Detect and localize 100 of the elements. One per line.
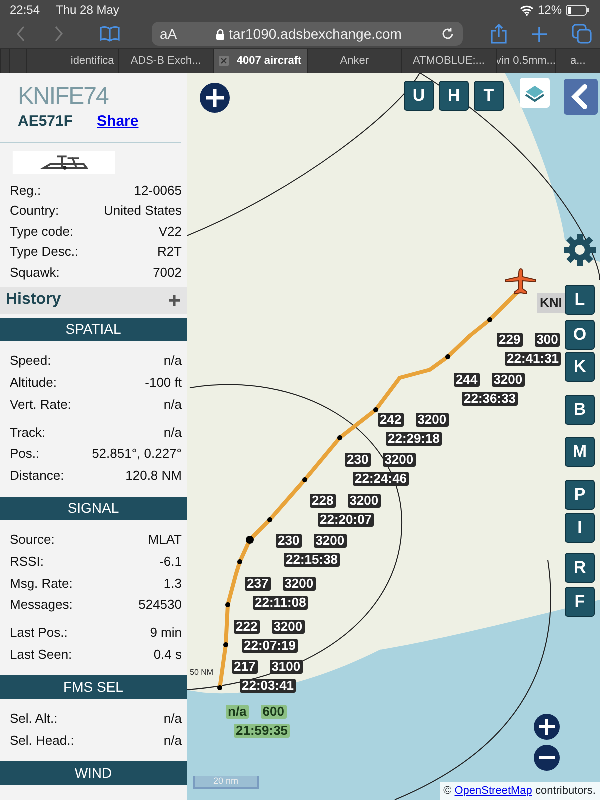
history-title: History bbox=[6, 290, 62, 310]
field-label: Reg.: bbox=[10, 182, 42, 200]
field-value: 7002 bbox=[153, 264, 182, 282]
field-value: V22 bbox=[158, 222, 182, 241]
field-label: Altitude: bbox=[10, 374, 57, 392]
attribution-link[interactable]: OpenStreetMap bbox=[454, 784, 532, 796]
map-toggle-button[interactable]: R bbox=[565, 553, 595, 583]
map-toggle-button[interactable]: T bbox=[474, 81, 504, 111]
map-toggle-button[interactable]: O bbox=[565, 320, 595, 350]
time-label: 21:59:35 bbox=[234, 724, 290, 738]
field-label: RSSI: bbox=[10, 552, 44, 571]
field-label: Source: bbox=[10, 531, 55, 550]
field-label: Track: bbox=[10, 424, 46, 442]
status-date: Thu 28 May bbox=[56, 2, 120, 19]
map-toggle-button[interactable]: B bbox=[565, 395, 595, 425]
altitude-label: 600 bbox=[260, 705, 286, 719]
field-value: 52.851°, 0.227° bbox=[92, 445, 182, 464]
field-label: Squawk: bbox=[10, 264, 60, 282]
field-label: Vert. Rate: bbox=[10, 396, 72, 414]
section-header: WIND bbox=[0, 761, 187, 785]
section-header: FMS SEL bbox=[0, 675, 187, 699]
scale-bar: 20 nm bbox=[193, 776, 259, 789]
field-value: n/a bbox=[164, 396, 182, 414]
speed-label: 229 bbox=[497, 333, 523, 347]
time-label: 22:07:19 bbox=[242, 639, 298, 653]
speed-label: 242 bbox=[378, 413, 404, 427]
url-text[interactable]: tar1090.adsbexchange.com bbox=[229, 24, 402, 44]
time-label: 22:29:18 bbox=[386, 432, 442, 446]
callsign-title: KNIFE74 bbox=[17, 82, 110, 109]
field-label: Msg. Rate: bbox=[10, 574, 73, 593]
map-toggle-button[interactable]: K bbox=[565, 352, 595, 382]
field-value: R2T bbox=[157, 243, 182, 262]
field-label: Messages: bbox=[10, 596, 73, 614]
browser-tab[interactable]: Anker bbox=[306, 49, 402, 73]
altitude-label: 300 bbox=[534, 333, 560, 347]
map-toggle-button[interactable]: L bbox=[565, 285, 595, 315]
status-time: 22:54 bbox=[10, 2, 40, 19]
altitude-label: 3200 bbox=[314, 534, 347, 548]
map-toggle-button[interactable]: U bbox=[404, 81, 434, 111]
field-value: 120.8 NM bbox=[126, 466, 182, 485]
hex-code: AE571F bbox=[18, 112, 74, 132]
section-header: SIGNAL bbox=[0, 496, 187, 520]
time-label: 22:11:08 bbox=[253, 596, 308, 610]
speed-label: 230 bbox=[345, 453, 371, 467]
field-label: Last Seen: bbox=[10, 646, 72, 664]
altitude-label: 3200 bbox=[382, 453, 416, 467]
field-value: n/a bbox=[164, 424, 182, 442]
map-toggle-button[interactable]: M bbox=[565, 437, 595, 467]
speed-label: 244 bbox=[454, 373, 480, 387]
field-label: Sel. Head.: bbox=[10, 732, 74, 750]
ring-label: 50 NM bbox=[190, 667, 214, 679]
altitude-label: 3200 bbox=[272, 620, 305, 634]
time-label: 22:15:38 bbox=[284, 553, 340, 567]
field-value: -6.1 bbox=[160, 552, 182, 571]
speed-label: 237 bbox=[245, 577, 271, 591]
field-value: 524530 bbox=[138, 596, 182, 614]
speed-label: n/a bbox=[226, 705, 249, 719]
field-value: -100 ft bbox=[145, 374, 182, 392]
time-label: 22:36:33 bbox=[462, 392, 518, 406]
field-value: United States bbox=[104, 202, 182, 220]
battery-percent: 12% bbox=[538, 2, 562, 19]
browser-tab[interactable]: identifica bbox=[26, 49, 118, 73]
field-value: n/a bbox=[164, 710, 182, 728]
map-toggle-button[interactable]: I bbox=[565, 513, 595, 543]
field-value: 12-0065 bbox=[134, 182, 182, 200]
map-toggle-button[interactable]: H bbox=[439, 81, 469, 111]
share-link[interactable]: Share bbox=[97, 111, 139, 134]
text-size-button[interactable]: aA bbox=[160, 24, 178, 44]
field-value: 0.4 s bbox=[154, 646, 182, 664]
expand-toggle[interactable]: + bbox=[168, 284, 181, 317]
speed-label: 222 bbox=[234, 620, 260, 634]
field-label: Sel. Alt.: bbox=[10, 710, 58, 728]
field-label: Distance: bbox=[10, 466, 64, 485]
attribution-text: © OpenStreetMap contributors. bbox=[440, 782, 600, 800]
field-value: 1.3 bbox=[164, 574, 182, 593]
speed-label: 217 bbox=[232, 660, 258, 674]
field-label: Type code: bbox=[10, 222, 74, 241]
field-label: Country: bbox=[10, 202, 60, 220]
time-label: 22:41:31 bbox=[505, 352, 562, 366]
section-header: SPATIAL bbox=[0, 318, 187, 342]
map-toggle-button[interactable]: P bbox=[565, 480, 595, 510]
field-label: Last Pos.: bbox=[10, 624, 68, 642]
altitude-label: 3200 bbox=[416, 413, 449, 427]
field-label: Pos.: bbox=[10, 445, 40, 464]
speed-label: 228 bbox=[310, 494, 336, 508]
field-value: MLAT bbox=[148, 531, 182, 550]
browser-tab[interactable]: 4007 aircraft bbox=[212, 49, 307, 73]
altitude-label: 3200 bbox=[348, 494, 381, 508]
altitude-label: 3200 bbox=[282, 577, 316, 591]
time-label: 22:20:07 bbox=[318, 513, 374, 527]
altitude-label: 3200 bbox=[492, 373, 525, 387]
field-value: n/a bbox=[164, 352, 182, 370]
speed-label: 230 bbox=[276, 534, 302, 548]
field-label: Type Desc.: bbox=[10, 243, 79, 262]
time-label: 22:24:46 bbox=[353, 472, 410, 486]
map-toggle-button[interactable]: F bbox=[565, 587, 595, 617]
field-label: Speed: bbox=[10, 352, 52, 370]
time-label: 22:03:41 bbox=[240, 679, 296, 693]
field-value: 9 min bbox=[150, 624, 182, 642]
aircraft-label: KNI bbox=[537, 293, 566, 312]
